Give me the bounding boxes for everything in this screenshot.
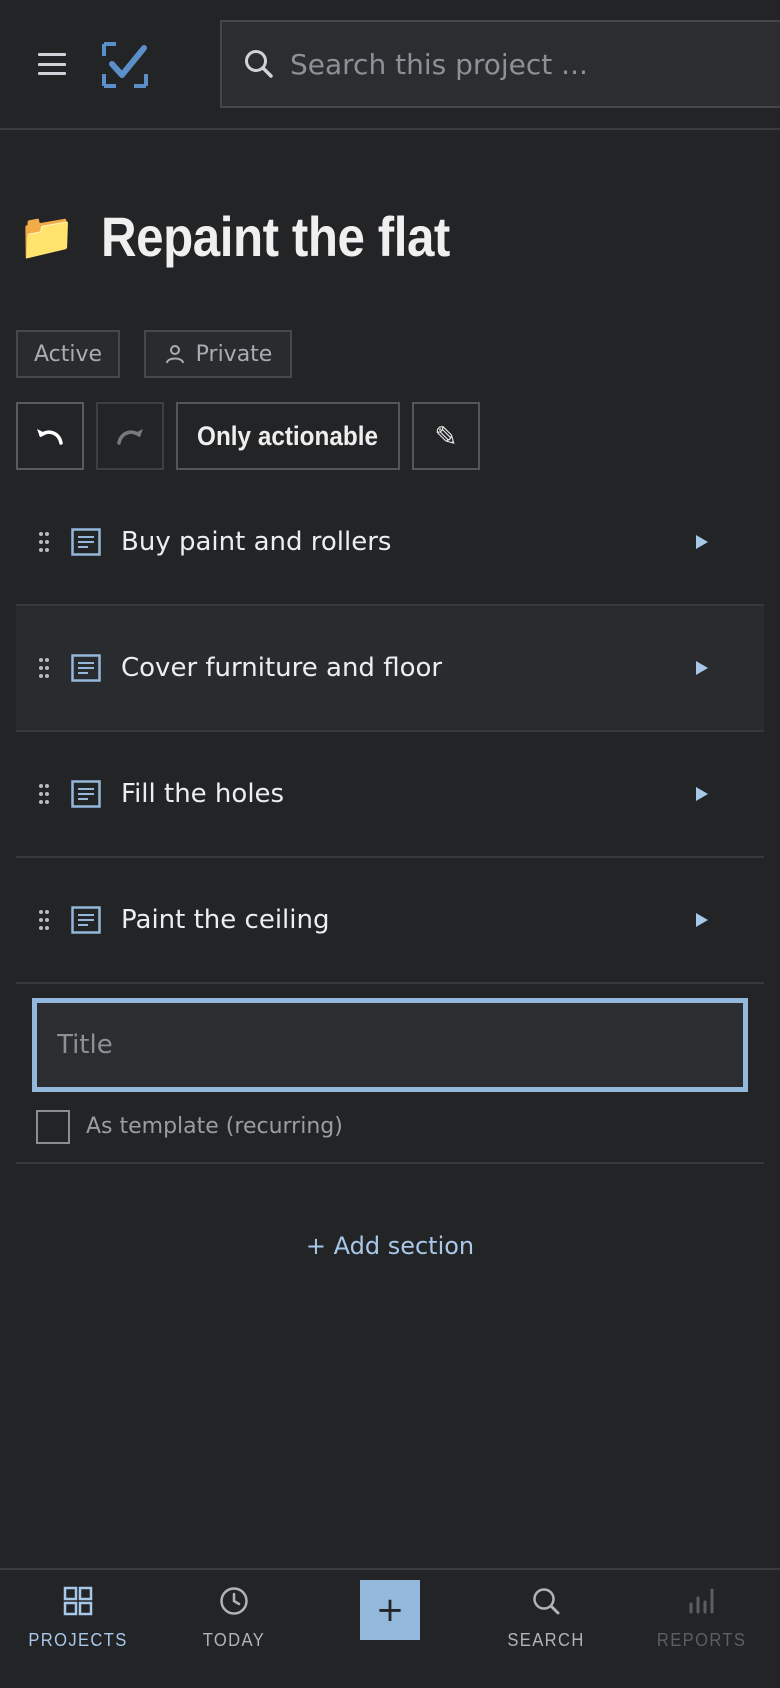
redo-button[interactable] <box>96 402 164 470</box>
task-label[interactable]: Fill the holes <box>121 779 284 809</box>
grid-icon <box>63 1586 93 1616</box>
search-icon <box>245 50 273 78</box>
undo-button[interactable] <box>16 402 84 470</box>
play-arrow-icon[interactable] <box>694 534 710 550</box>
menu-icon[interactable] <box>36 50 68 78</box>
drag-handle-icon[interactable] <box>38 783 50 805</box>
play-arrow-icon[interactable] <box>694 912 710 928</box>
nav-search[interactable]: SEARCH <box>468 1570 624 1688</box>
nav-search-label: SEARCH <box>507 1630 585 1650</box>
nav-projects[interactable]: PROJECTS <box>0 1570 156 1688</box>
app-header <box>0 0 780 130</box>
play-arrow-icon[interactable] <box>694 786 710 802</box>
template-checkbox[interactable] <box>36 1110 70 1144</box>
status-badge-label: Active <box>33 341 103 367</box>
drag-handle-icon[interactable] <box>38 909 50 931</box>
new-task-form: As template (recurring) <box>16 988 764 1164</box>
note-icon <box>71 906 101 934</box>
clock-icon <box>220 1587 248 1615</box>
title-input[interactable] <box>32 998 748 1092</box>
note-icon <box>71 780 101 808</box>
drag-handle-icon[interactable] <box>38 657 50 679</box>
only-actionable-label: Only actionable <box>197 420 379 451</box>
visibility-badge[interactable]: Private <box>144 330 292 378</box>
task-list: Buy paint and rollers Cover furniture an… <box>16 480 764 984</box>
search-icon <box>533 1588 560 1615</box>
logo-icon[interactable] <box>102 42 148 88</box>
note-icon <box>71 654 101 682</box>
add-task-button[interactable]: + <box>360 1580 420 1640</box>
task-row[interactable]: Fill the holes <box>16 732 764 858</box>
bottom-nav: PROJECTS TODAY + SEARCH REPORTS <box>0 1568 780 1688</box>
person-icon <box>165 345 184 364</box>
nav-projects-label: PROJECTS <box>28 1630 128 1650</box>
only-actionable-button[interactable]: Only actionable <box>176 402 400 470</box>
nav-reports[interactable]: REPORTS <box>624 1570 780 1688</box>
task-row[interactable]: Cover furniture and floor <box>16 606 764 732</box>
project-title: 📁 Repaint the flat <box>18 196 498 276</box>
bar-chart-icon <box>689 1588 714 1614</box>
nav-today[interactable]: TODAY <box>156 1570 312 1688</box>
status-badge[interactable]: Active <box>16 330 120 378</box>
redo-icon <box>117 429 143 445</box>
task-label[interactable]: Cover furniture and floor <box>121 653 442 683</box>
folder-icon: 📁 <box>18 209 76 263</box>
undo-icon <box>37 429 63 445</box>
nav-reports-label: REPORTS <box>657 1630 747 1650</box>
pencil-icon: ✎ <box>434 420 458 452</box>
edit-button[interactable]: ✎ <box>412 402 480 470</box>
search-box[interactable] <box>220 20 780 108</box>
task-label[interactable]: Buy paint and rollers <box>121 527 391 557</box>
visibility-badge-label: Private <box>195 341 273 367</box>
task-label[interactable]: Paint the ceiling <box>121 905 329 935</box>
note-icon <box>71 528 101 556</box>
play-arrow-icon[interactable] <box>694 660 710 676</box>
task-row[interactable]: Buy paint and rollers <box>16 480 764 606</box>
add-section-button[interactable]: + Add section <box>0 1232 780 1260</box>
nav-today-label: TODAY <box>202 1630 266 1650</box>
search-input[interactable] <box>290 47 750 81</box>
template-checkbox-label[interactable]: As template (recurring) <box>86 1110 343 1144</box>
drag-handle-icon[interactable] <box>38 531 50 553</box>
task-row[interactable]: Paint the ceiling <box>16 858 764 984</box>
page-title[interactable]: Repaint the flat <box>101 204 450 269</box>
